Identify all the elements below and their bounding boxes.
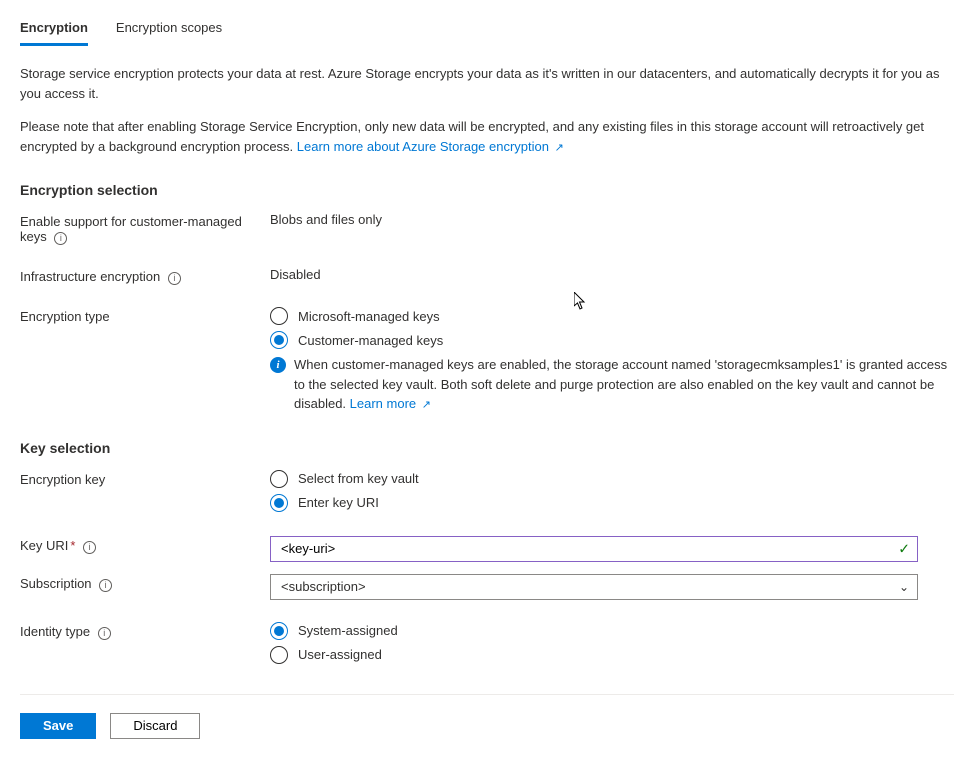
info-icon[interactable]: i bbox=[99, 579, 112, 592]
key-uri-input[interactable] bbox=[270, 536, 918, 562]
learn-more-cmk-link[interactable]: Learn more ↗ bbox=[350, 396, 431, 411]
radio-label: Microsoft-managed keys bbox=[298, 309, 440, 324]
description-1: Storage service encryption protects your… bbox=[20, 64, 954, 103]
button-row: Save Discard bbox=[20, 713, 954, 739]
radio-icon bbox=[270, 331, 288, 349]
info-icon[interactable]: i bbox=[168, 272, 181, 285]
info-icon[interactable]: i bbox=[98, 627, 111, 640]
radio-select-from-vault[interactable]: Select from key vault bbox=[270, 470, 954, 488]
info-icon[interactable]: i bbox=[54, 232, 67, 245]
subscription-select[interactable]: <subscription> ⌄ bbox=[270, 574, 918, 600]
radio-label: Select from key vault bbox=[298, 471, 419, 486]
learn-more-text: Learn more bbox=[350, 396, 416, 411]
radio-system-assigned[interactable]: System-assigned bbox=[270, 622, 954, 640]
save-button[interactable]: Save bbox=[20, 713, 96, 739]
radio-icon bbox=[270, 494, 288, 512]
section-encryption-selection: Encryption selection bbox=[20, 182, 954, 198]
section-key-selection: Key selection bbox=[20, 440, 954, 456]
external-link-icon: ↗ bbox=[422, 399, 431, 411]
cmk-info-banner: i When customer-managed keys are enabled… bbox=[270, 355, 954, 414]
radio-label: Customer-managed keys bbox=[298, 333, 443, 348]
description-2: Please note that after enabling Storage … bbox=[20, 117, 954, 156]
radio-icon bbox=[270, 646, 288, 664]
learn-more-encryption-text: Learn more about Azure Storage encryptio… bbox=[297, 139, 549, 154]
encryption-key-label: Encryption key bbox=[20, 470, 270, 487]
check-icon: ✓ bbox=[898, 540, 910, 557]
chevron-down-icon: ⌄ bbox=[899, 580, 909, 594]
subscription-value: <subscription> bbox=[281, 579, 366, 594]
radio-icon bbox=[270, 470, 288, 488]
radio-label: System-assigned bbox=[298, 623, 398, 638]
info-icon[interactable]: i bbox=[83, 541, 96, 554]
radio-label: User-assigned bbox=[298, 647, 382, 662]
cmk-support-label: Enable support for customer-managed keys… bbox=[20, 212, 270, 245]
infra-encryption-label: Infrastructure encryption i bbox=[20, 267, 270, 285]
subscription-label: Subscription i bbox=[20, 574, 270, 592]
tab-encryption[interactable]: Encryption bbox=[20, 20, 88, 46]
radio-customer-managed[interactable]: Customer-managed keys bbox=[270, 331, 954, 349]
radio-icon bbox=[270, 622, 288, 640]
radio-microsoft-managed[interactable]: Microsoft-managed keys bbox=[270, 307, 954, 325]
identity-type-label: Identity type i bbox=[20, 622, 270, 640]
key-uri-label: Key URI* i bbox=[20, 536, 270, 554]
radio-icon bbox=[270, 307, 288, 325]
external-link-icon: ↗ bbox=[555, 142, 564, 154]
cmk-support-value: Blobs and files only bbox=[270, 212, 954, 227]
info-badge-icon: i bbox=[270, 357, 286, 373]
radio-enter-key-uri[interactable]: Enter key URI bbox=[270, 494, 954, 512]
tab-encryption-scopes[interactable]: Encryption scopes bbox=[116, 20, 222, 46]
tabs-bar: Encryption Encryption scopes bbox=[20, 20, 954, 46]
divider bbox=[20, 694, 954, 695]
learn-more-encryption-link[interactable]: Learn more about Azure Storage encryptio… bbox=[297, 139, 564, 154]
radio-user-assigned[interactable]: User-assigned bbox=[270, 646, 954, 664]
discard-button[interactable]: Discard bbox=[110, 713, 200, 739]
infra-encryption-value: Disabled bbox=[270, 267, 954, 282]
encryption-type-label: Encryption type bbox=[20, 307, 270, 324]
radio-label: Enter key URI bbox=[298, 495, 379, 510]
